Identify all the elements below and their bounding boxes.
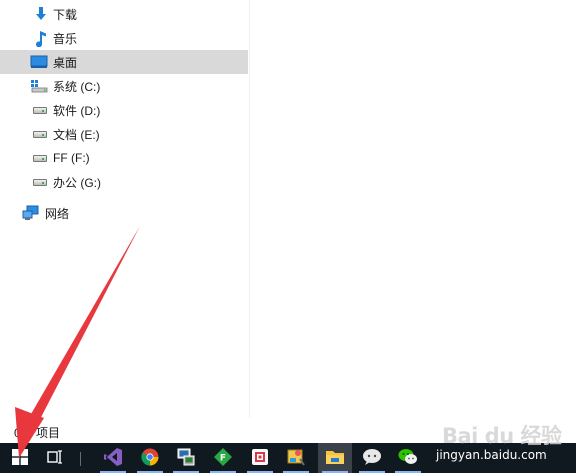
nav-item-downloads[interactable]: 下载: [0, 2, 248, 26]
nav-item-music[interactable]: 音乐: [0, 26, 248, 50]
nav-item-label: 网络: [45, 206, 70, 221]
nav-item-label: 下载: [53, 7, 78, 22]
chrome-button[interactable]: [133, 443, 167, 473]
chat-bubble-icon: [362, 448, 382, 469]
drive-icon: [31, 101, 49, 119]
music-note-icon: [32, 29, 50, 47]
drive-icon: [31, 149, 49, 167]
file-explorer-button[interactable]: [318, 443, 352, 473]
nav-item-label: FF (F:): [53, 151, 90, 165]
task-view-icon: [46, 449, 64, 468]
taskbar-separator: [80, 452, 81, 466]
nav-item-label: 桌面: [53, 55, 78, 70]
visual-studio-icon: [103, 447, 123, 470]
nav-item-drive-d[interactable]: 软件 (D:): [0, 98, 248, 122]
wechat-icon: [398, 448, 418, 469]
nav-item-drive-c[interactable]: 系统 (C:): [0, 74, 248, 98]
nav-item-desktop[interactable]: 桌面: [0, 50, 248, 74]
wechat-button[interactable]: [391, 443, 425, 473]
system-drive-icon: [30, 77, 48, 95]
remote-app-button[interactable]: [169, 443, 203, 473]
download-arrow-icon: [32, 5, 50, 23]
windows-logo-icon: [12, 448, 28, 468]
red-app-icon: [251, 448, 269, 469]
nav-item-label: 系统 (C:): [53, 79, 101, 94]
visual-studio-button[interactable]: [96, 443, 130, 473]
drive-icon: [31, 173, 49, 191]
nav-item-drive-e[interactable]: 文档 (E:): [0, 122, 248, 146]
drive-icon: [31, 125, 49, 143]
green-f-icon: F: [214, 447, 232, 469]
file-list-pane[interactable]: [249, 0, 576, 418]
navigation-pane: 下载 音乐 桌面 系统 (C:) 软件 (D:) 文档 (E:) FF (F:)…: [0, 0, 248, 418]
messenger-button[interactable]: [355, 443, 389, 473]
svg-text:F: F: [220, 453, 226, 463]
task-view-button[interactable]: [38, 443, 72, 473]
nav-item-label: 办公 (G:): [53, 175, 101, 190]
paint-app-button[interactable]: [279, 443, 313, 473]
network-icon: [22, 204, 40, 222]
remote-desktop-icon: [176, 447, 196, 470]
nav-item-drive-f[interactable]: FF (F:): [0, 146, 248, 170]
folder-icon: [325, 448, 345, 469]
paint-icon: [286, 447, 306, 470]
item-count-text: 0 个项目: [14, 426, 61, 440]
status-bar: 0 个项目: [0, 418, 576, 443]
taskbar: F: [0, 443, 576, 473]
nav-item-label: 软件 (D:): [53, 103, 101, 118]
nav-item-network[interactable]: 网络: [0, 201, 248, 225]
f-app-button[interactable]: F: [206, 443, 240, 473]
start-button[interactable]: [0, 443, 40, 473]
red-app-button[interactable]: [243, 443, 277, 473]
nav-item-label: 文档 (E:): [53, 127, 100, 142]
nav-item-label: 音乐: [53, 31, 78, 46]
chrome-icon: [141, 448, 159, 469]
desktop-icon: [30, 53, 48, 71]
nav-item-drive-g[interactable]: 办公 (G:): [0, 170, 248, 194]
